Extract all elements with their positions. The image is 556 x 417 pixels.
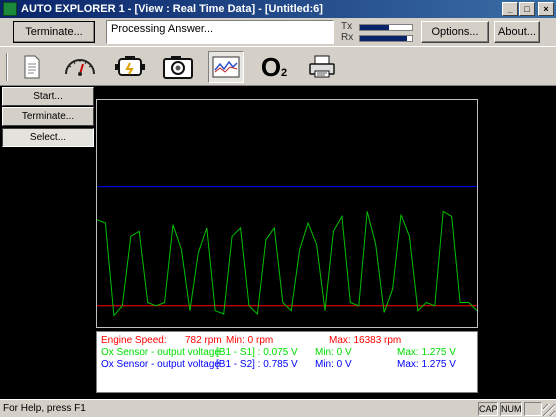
- left-panel: Start... Terminate... Select...: [0, 86, 96, 399]
- window-title: AUTO EXPLORER 1 - [View : Real Time Data…: [21, 3, 323, 15]
- legend-name: Engine Speed:: [101, 335, 167, 346]
- legend-max: Max: 16383 rpm: [329, 335, 402, 346]
- start-button[interactable]: Start...: [2, 87, 94, 106]
- o2-letter: O: [260, 52, 282, 82]
- legend-value: 782 rpm: [185, 335, 222, 346]
- toolbar-separator: [6, 53, 8, 81]
- side-terminate-button[interactable]: Terminate...: [2, 107, 94, 126]
- legend-min: Min: 0 V: [315, 359, 352, 370]
- legend-max: Max: 1.275 V: [397, 347, 456, 358]
- legend-min: Min: 0 rpm: [226, 335, 274, 346]
- minimize-button[interactable]: _: [502, 2, 518, 16]
- window-controls: _ □ ×: [501, 2, 554, 16]
- close-button[interactable]: ×: [538, 2, 554, 16]
- help-text: For Help, press F1: [3, 403, 86, 414]
- legend-value: [B1 - S1] : 0.075 V: [216, 347, 298, 358]
- options-button[interactable]: Options...: [421, 21, 489, 43]
- rx-label: Rx: [341, 32, 354, 43]
- engine-icon[interactable]: [112, 51, 148, 83]
- app-icon: [3, 2, 17, 16]
- title-bar: AUTO EXPLORER 1 - [View : Real Time Data…: [0, 0, 556, 18]
- resize-grip[interactable]: [543, 404, 555, 416]
- scrl-indicator: [524, 402, 542, 416]
- rx-meter-fill: [360, 36, 407, 41]
- legend-max: Max: 1.275 V: [397, 359, 456, 370]
- gauge-icon[interactable]: [62, 51, 98, 83]
- series-line-1: [96, 210, 478, 317]
- legend-name: Ox Sensor - output voltage: [101, 359, 220, 370]
- tx-rx-labels: Tx Rx: [341, 21, 353, 43]
- status-bar: For Help, press F1 CAP NUM: [0, 399, 556, 417]
- legend-name: Ox Sensor - output voltage: [101, 347, 220, 358]
- graph-icon[interactable]: [208, 51, 244, 83]
- maximize-button[interactable]: □: [519, 2, 535, 16]
- tx-meter: [359, 24, 413, 31]
- camera-icon[interactable]: [160, 51, 196, 83]
- main-area: Engine Speed: 782 rpm Min: 0 rpm Max: 16…: [96, 86, 556, 399]
- toolbar: O2: [0, 46, 556, 86]
- legend-value: [B1 - S2] : 0.785 V: [216, 359, 298, 370]
- o2-subscript: 2: [281, 67, 288, 79]
- rx-meter: [359, 35, 413, 42]
- cap-indicator: CAP: [478, 402, 498, 416]
- select-button[interactable]: Select...: [2, 128, 94, 147]
- tx-label: Tx: [341, 21, 353, 32]
- printer-icon[interactable]: [304, 51, 340, 83]
- document-icon[interactable]: [14, 51, 50, 83]
- terminate-button[interactable]: Terminate...: [13, 21, 95, 43]
- status-message-box: Processing Answer...: [106, 20, 334, 44]
- status-message: Processing Answer...: [111, 23, 214, 35]
- real-time-graph: [96, 99, 478, 328]
- o2-sensor-icon[interactable]: O2: [256, 51, 292, 83]
- num-indicator: NUM: [500, 402, 522, 416]
- chart-svg: [96, 186, 478, 317]
- legend-min: Min: 0 V: [315, 347, 352, 358]
- tx-meter-fill: [360, 25, 389, 30]
- legend-panel: Engine Speed: 782 rpm Min: 0 rpm Max: 16…: [96, 331, 478, 393]
- about-button[interactable]: About...: [494, 21, 540, 43]
- command-bar: Terminate... Processing Answer... Tx Rx …: [0, 18, 556, 46]
